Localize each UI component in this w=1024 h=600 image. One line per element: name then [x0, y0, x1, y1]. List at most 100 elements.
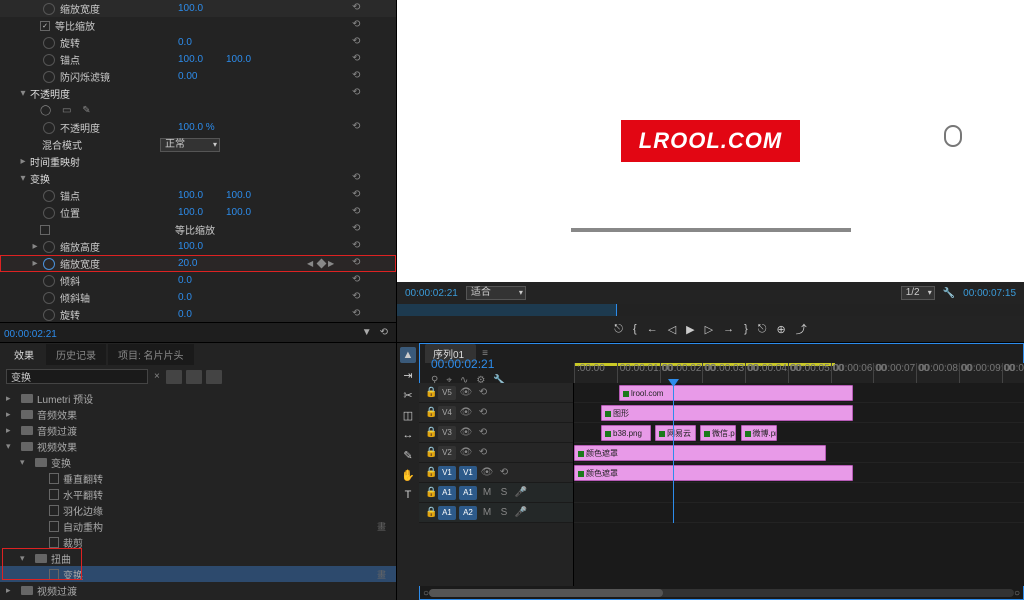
property-dropdown[interactable]: 正常: [160, 138, 220, 152]
razor-tool-icon[interactable]: ◫: [400, 407, 416, 423]
track-header[interactable]: 🔒A1A2MS🎤: [419, 503, 573, 523]
twirl-icon[interactable]: ▾: [6, 441, 18, 452]
filter-icon[interactable]: ▼: [362, 327, 372, 338]
reset-icon[interactable]: ⟲: [352, 36, 366, 50]
property-value[interactable]: 0.0: [178, 275, 218, 286]
tree-folder[interactable]: ▸Lumetri 预设: [0, 390, 396, 406]
stopwatch-icon[interactable]: [43, 54, 55, 66]
reset-icon[interactable]: ⟲: [352, 172, 366, 186]
monitor-zoom-dropdown[interactable]: 1/2: [901, 286, 935, 300]
property-row[interactable]: 等比缩放⟲: [0, 17, 396, 34]
track-output-icon[interactable]: 👁: [459, 387, 473, 398]
property-row[interactable]: ◯ ▭ ✎: [0, 102, 396, 119]
lock-icon[interactable]: 🔒: [425, 507, 435, 518]
track-label[interactable]: V4: [438, 406, 456, 420]
timeline-timecode[interactable]: 00:00:02:21: [419, 357, 574, 371]
project-tab[interactable]: 项目: 名片片头: [108, 344, 194, 365]
stopwatch-icon[interactable]: [43, 275, 55, 287]
effects-search-input[interactable]: [6, 369, 148, 384]
ripple-tool-icon[interactable]: ✂: [400, 387, 416, 403]
track-label[interactable]: V2: [438, 446, 456, 460]
twirl-icon[interactable]: ▾: [18, 88, 28, 99]
stopwatch-icon[interactable]: [43, 37, 55, 49]
reset-icon[interactable]: ⟲: [352, 223, 366, 237]
sync-lock-icon[interactable]: ⟲: [476, 427, 490, 438]
track-solo-icon[interactable]: S: [497, 507, 511, 518]
lock-icon[interactable]: 🔒: [425, 427, 435, 438]
track-lane[interactable]: 图形: [574, 403, 1024, 423]
clip[interactable]: 微博.png: [741, 425, 777, 441]
track-lane[interactable]: 颜色遮罩: [574, 443, 1024, 463]
tree-folder[interactable]: ▾视频效果: [0, 438, 396, 454]
property-row[interactable]: 位置100.0100.0⟲: [0, 204, 396, 221]
clip[interactable]: lrool.com: [619, 385, 853, 401]
property-value[interactable]: 100.0: [226, 54, 266, 65]
transport-button[interactable]: }: [744, 323, 748, 335]
property-row[interactable]: ▾变换⟲: [0, 170, 396, 187]
stopwatch-icon[interactable]: [43, 122, 55, 134]
property-value[interactable]: 0.00: [178, 71, 218, 82]
type-tool-icon[interactable]: T: [400, 487, 416, 503]
track-target[interactable]: V1: [438, 466, 456, 480]
tree-folder[interactable]: ▸音频效果: [0, 406, 396, 422]
transport-button[interactable]: {: [633, 323, 637, 335]
checkbox[interactable]: [40, 21, 50, 31]
sync-lock-icon[interactable]: ⟲: [476, 387, 490, 398]
property-row[interactable]: ▸缩放高度100.0⟲: [0, 238, 396, 255]
tree-item[interactable]: 垂直翻转: [0, 470, 396, 486]
property-value[interactable]: 0.0: [178, 292, 218, 303]
track-header[interactable]: 🔒A1A1MS🎤: [419, 483, 573, 503]
twirl-icon[interactable]: ▸: [6, 393, 18, 404]
property-value[interactable]: 100.0: [226, 207, 266, 218]
stopwatch-icon[interactable]: [43, 3, 55, 15]
sync-lock-icon[interactable]: ⟲: [497, 467, 511, 478]
tree-item[interactable]: 裁剪: [0, 534, 396, 550]
monitor-timecode[interactable]: 00:00:02:21: [405, 288, 458, 299]
property-row[interactable]: ▾不透明度⟲: [0, 85, 396, 102]
track-label[interactable]: V5: [438, 386, 456, 400]
checkbox[interactable]: [40, 225, 50, 235]
reset-icon[interactable]: ⟲: [352, 257, 366, 271]
property-value[interactable]: 100.0: [178, 190, 218, 201]
track-output-icon[interactable]: 👁: [459, 407, 473, 418]
property-row[interactable]: 不透明度100.0 %⟲: [0, 119, 396, 136]
monitor-mini-ruler[interactable]: [397, 304, 1024, 316]
timeline-scrollbar[interactable]: ○ ○: [419, 586, 1024, 600]
reset-icon[interactable]: ⟲: [352, 274, 366, 288]
sync-lock-icon[interactable]: ⟲: [476, 407, 490, 418]
track-lane[interactable]: lrool.com: [574, 383, 1024, 403]
stopwatch-icon[interactable]: [43, 309, 55, 321]
property-row[interactable]: ▸时间重映射: [0, 153, 396, 170]
track-header[interactable]: 🔒V4👁⟲: [419, 403, 573, 423]
tree-item[interactable]: 变换畫: [0, 566, 396, 582]
track-output-icon[interactable]: 👁: [459, 427, 473, 438]
clip[interactable]: 颜色遮罩: [574, 445, 826, 461]
preset-bin-icon-3[interactable]: [206, 370, 222, 384]
tree-item[interactable]: 自动重构畫: [0, 518, 396, 534]
prev-keyframe-icon[interactable]: ◀: [307, 260, 315, 268]
tree-folder[interactable]: ▸音频过渡: [0, 422, 396, 438]
tree-folder[interactable]: ▾变换: [0, 454, 396, 470]
property-value[interactable]: 100.0 %: [178, 122, 218, 133]
reset-icon[interactable]: ⟲: [352, 70, 366, 84]
transport-button[interactable]: ◁: [668, 323, 676, 336]
property-row[interactable]: 防闪烁滤镜0.00⟲: [0, 68, 396, 85]
transport-button[interactable]: ▷: [705, 323, 713, 336]
clip[interactable]: 网易云: [655, 425, 696, 441]
transport-button[interactable]: ⎋: [758, 323, 767, 336]
property-row[interactable]: 锚点100.0100.0⟲: [0, 187, 396, 204]
next-keyframe-icon[interactable]: ▶: [328, 260, 336, 268]
pen-tool-icon[interactable]: ✎: [400, 447, 416, 463]
transport-button[interactable]: ⊕: [776, 323, 785, 336]
track-output-icon[interactable]: 👁: [480, 467, 494, 478]
track-target[interactable]: A1: [438, 506, 456, 520]
sync-lock-icon[interactable]: ⟲: [476, 447, 490, 458]
search-clear-icon[interactable]: ×: [154, 371, 160, 382]
property-row[interactable]: 倾斜轴0.0⟲: [0, 289, 396, 306]
program-monitor[interactable]: LROOL.COM: [397, 0, 1024, 282]
track-lane[interactable]: [574, 483, 1024, 503]
property-value[interactable]: 20.0: [178, 258, 218, 269]
preset-bin-icon-2[interactable]: [186, 370, 202, 384]
twirl-icon[interactable]: ▾: [20, 553, 32, 564]
snap-icon[interactable]: ⟲: [380, 327, 388, 338]
